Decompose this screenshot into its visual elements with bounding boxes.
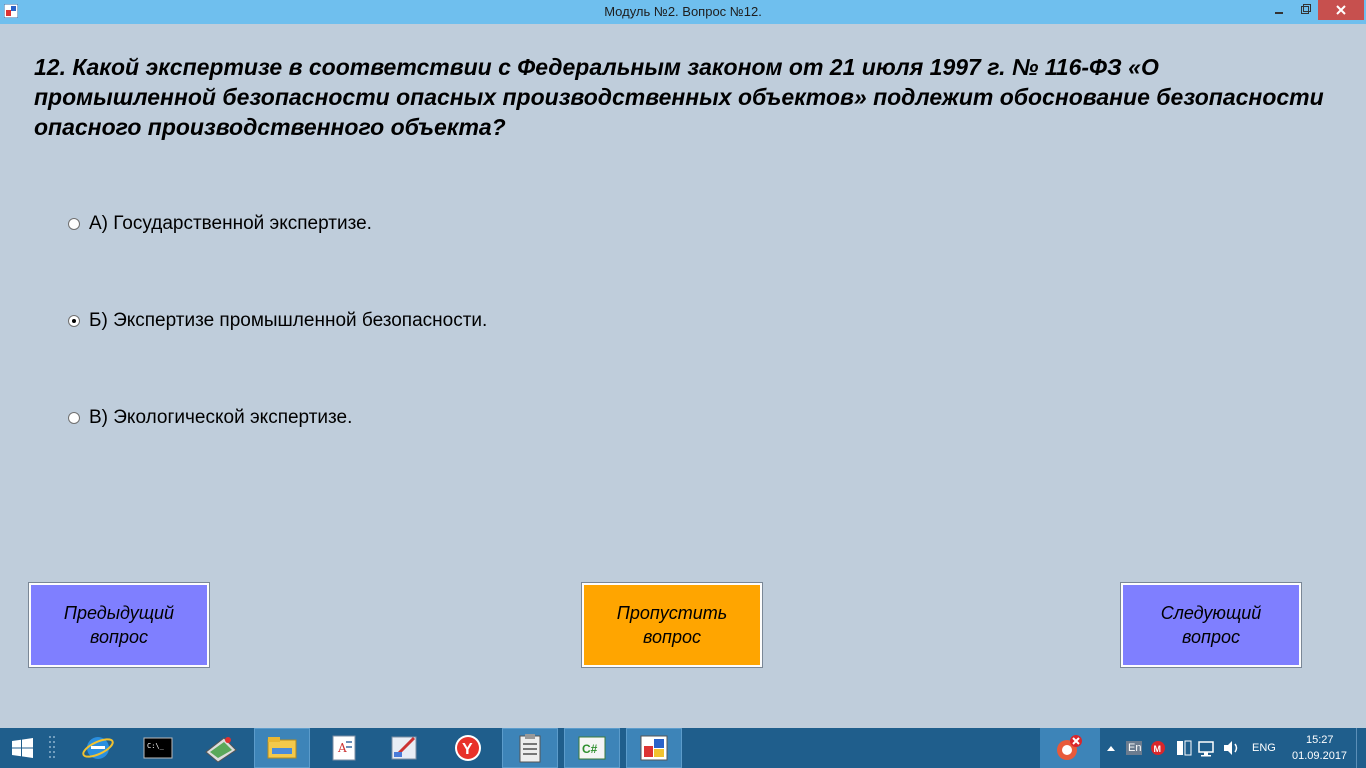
internet-explorer-icon[interactable]: [70, 728, 126, 768]
option-a[interactable]: А) Государственной экспертизе.: [68, 213, 372, 235]
lang-short-label: En: [1128, 742, 1142, 754]
svg-text:C#: C#: [582, 742, 598, 756]
option-b-label: Б) Экспертизе промышленной безопасности.: [89, 310, 488, 331]
taskbar-grip-icon: [49, 736, 55, 758]
file-explorer-icon[interactable]: [254, 728, 310, 768]
text-editor-icon[interactable]: A: [316, 728, 372, 768]
language-indicator[interactable]: ENG: [1252, 742, 1276, 754]
window-titlebar: Модуль №2. Вопрос №12.: [0, 0, 1366, 24]
svg-text:M: M: [1154, 744, 1162, 754]
option-b[interactable]: Б) Экспертизе промышленной безопасности.: [68, 310, 487, 332]
radio-b[interactable]: [68, 315, 80, 327]
antivirus-icon[interactable]: M: [1148, 728, 1168, 768]
radio-a[interactable]: [68, 218, 80, 230]
cmd-icon[interactable]: C:\_: [130, 728, 186, 768]
svg-text:C:\_: C:\_: [147, 742, 165, 750]
scanner-icon[interactable]: [192, 728, 248, 768]
question-text: 12. Какой экспертизе в соответствии с Фе…: [34, 54, 1324, 140]
radio-c[interactable]: [68, 412, 80, 424]
clock-date[interactable]: 01.09.2017: [1292, 750, 1347, 762]
maximize-button[interactable]: [1292, 0, 1318, 20]
taskbar: C:\_ A Y C# En M ENG 15:27 01.09.2017: [0, 728, 1366, 768]
device-icon[interactable]: [1172, 728, 1196, 768]
show-desktop-button[interactable]: [1356, 728, 1366, 768]
network-icon[interactable]: [1196, 728, 1218, 768]
tray-notification-app[interactable]: [1040, 728, 1100, 768]
option-c-label: В) Экологической экспертизе.: [89, 407, 353, 428]
option-a-label: А) Государственной экспертизе.: [89, 213, 372, 234]
paint-icon[interactable]: [376, 728, 432, 768]
notification-app-icon: [1057, 735, 1082, 760]
previous-question-button[interactable]: Предыдущий вопрос: [28, 582, 210, 668]
clock-time[interactable]: 15:27: [1306, 734, 1334, 746]
volume-icon[interactable]: [1220, 728, 1242, 768]
csharp-icon[interactable]: C#: [564, 728, 620, 768]
svg-text:A: A: [337, 741, 347, 755]
close-button[interactable]: [1318, 0, 1364, 20]
start-icon[interactable]: [0, 728, 44, 768]
yandex-browser-icon[interactable]: Y: [440, 728, 496, 768]
lang-short[interactable]: En: [1124, 728, 1144, 768]
skip-question-button[interactable]: Пропустить вопрос: [581, 582, 763, 668]
minimize-button[interactable]: [1266, 0, 1292, 20]
next-question-button[interactable]: Следующий вопрос: [1120, 582, 1302, 668]
option-c[interactable]: В) Экологической экспертизе.: [68, 407, 352, 429]
clipboard-icon[interactable]: [502, 728, 558, 768]
show-hidden-icons[interactable]: [1104, 728, 1118, 768]
window-title: Модуль №2. Вопрос №12.: [604, 4, 762, 19]
app-window-icon[interactable]: [626, 728, 682, 768]
svg-text:Y: Y: [462, 741, 473, 758]
